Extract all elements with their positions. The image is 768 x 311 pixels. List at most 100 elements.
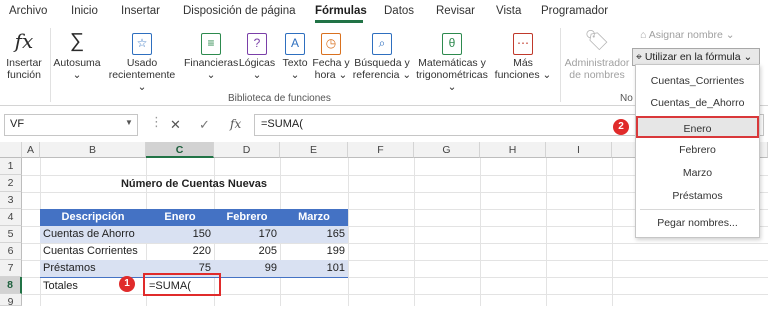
select-all-corner[interactable] <box>0 142 22 158</box>
dropdown-item-febrero[interactable]: Febrero <box>636 139 759 161</box>
ribbon-tabs: Archivo Inicio Insertar Disposición de p… <box>0 0 768 24</box>
dropdown-divider <box>640 209 755 210</box>
table-cell-value[interactable]: 220 <box>146 243 214 260</box>
column-header-f[interactable]: F <box>348 142 414 158</box>
tab-disposicion[interactable]: Disposición de página <box>183 5 296 17</box>
fx-icon: fx <box>14 29 34 53</box>
tag-icon: 🏷︎ <box>584 30 610 52</box>
dropdown-item-cuentas-corrientes[interactable]: Cuentas_Corrientes <box>636 70 759 92</box>
dropdown-item-prestamos[interactable]: Préstamos <box>636 185 759 207</box>
gridline <box>348 158 349 306</box>
column-header-g[interactable]: G <box>414 142 480 158</box>
tag-icon: ⌂ <box>640 29 647 41</box>
insert-function-icon[interactable]: fx <box>230 117 241 131</box>
recently-used-button[interactable]: ☆ Usado recientemente ⌄ <box>104 28 180 93</box>
gridline <box>612 158 613 306</box>
callout-badge-2: 2 <box>613 119 629 135</box>
tab-vista[interactable]: Vista <box>496 5 521 17</box>
tab-revisar[interactable]: Revisar <box>436 5 475 17</box>
column-header-a[interactable]: A <box>22 142 40 158</box>
callout-frame-active-cell <box>143 273 221 296</box>
table-cell-label[interactable]: Préstamos <box>40 260 146 277</box>
magnifier-icon: ⌕ <box>352 28 412 55</box>
table-cell-value[interactable]: 99 <box>214 260 280 277</box>
table-cell-value[interactable]: 101 <box>280 260 348 277</box>
group-label-names: No <box>620 93 633 104</box>
name-manager-button[interactable]: 🏷︎ Administrador de nombres <box>562 28 632 81</box>
enter-icon[interactable]: ✓ <box>199 117 210 133</box>
row-header-8[interactable]: 8 <box>0 277 22 294</box>
use-in-formula-icon: ⌖ <box>636 51 642 63</box>
table-header-february: Febrero <box>214 209 280 226</box>
insert-function-button[interactable]: fx Insertar función <box>4 28 44 81</box>
row-header-6[interactable]: 6 <box>0 243 22 260</box>
more-functions-icon: ⋯ <box>494 28 552 55</box>
chevron-down-icon: ⌄ <box>72 69 82 81</box>
table-cell-label[interactable]: Cuentas de Ahorro <box>40 226 146 243</box>
column-header-b[interactable]: B <box>40 142 146 158</box>
more-functions-button[interactable]: ⋯ Más funciones ⌄ <box>494 28 552 81</box>
table-cell-value[interactable]: 165 <box>280 226 348 243</box>
group-label-library: Biblioteca de funciones <box>228 93 331 104</box>
more-icon: ⋮ <box>150 114 163 129</box>
tab-formulas[interactable]: Fórmulas <box>315 5 367 17</box>
column-header-c[interactable]: C <box>146 142 214 158</box>
clock-icon: ◷ <box>312 28 350 55</box>
callout-badge-1: 1 <box>119 276 135 292</box>
table-title: Número de Cuentas Nuevas <box>120 178 268 190</box>
table-header-january: Enero <box>146 209 214 226</box>
math-button[interactable]: θ Matemáticas y trigonométricas ⌄ <box>412 28 492 93</box>
column-header-i[interactable]: I <box>546 142 612 158</box>
row-header-2[interactable]: 2 <box>0 175 22 192</box>
tab-inicio[interactable]: Inicio <box>71 5 98 17</box>
text-a-icon: A <box>278 28 312 55</box>
row-header-3[interactable]: 3 <box>0 192 22 209</box>
table-cell-label[interactable]: Cuentas Corrientes <box>40 243 146 260</box>
financial-icon: ≡ <box>184 28 238 55</box>
use-in-formula-dropdown: Cuentas_Corrientes Cuentas_de_Ahorro Ene… <box>635 64 760 238</box>
column-header-e[interactable]: E <box>280 142 348 158</box>
name-box[interactable]: VF <box>4 114 138 136</box>
define-name-button[interactable]: ⌂ Asignar nombre ⌄ <box>640 29 735 41</box>
ribbon-separator <box>560 28 561 102</box>
table-header-description: Descripción <box>40 209 146 226</box>
tab-programador[interactable]: Programador <box>541 5 608 17</box>
table-cell-value[interactable]: 170 <box>214 226 280 243</box>
gridline <box>480 158 481 306</box>
dropdown-item-paste-names[interactable]: Pegar nombres... <box>636 212 759 234</box>
totals-empty-cells[interactable] <box>214 277 348 294</box>
gridline <box>414 158 415 306</box>
chevron-down-icon[interactable]: ▼ <box>125 118 133 127</box>
row-header-9[interactable]: 9 <box>0 294 22 308</box>
active-tab-indicator <box>315 20 363 23</box>
tab-archivo[interactable]: Archivo <box>9 5 47 17</box>
cancel-icon[interactable]: ✕ <box>170 117 181 133</box>
row-header-4[interactable]: 4 <box>0 209 22 226</box>
dropdown-item-marzo[interactable]: Marzo <box>636 162 759 184</box>
question-icon: ? <box>238 28 276 55</box>
gridline <box>22 294 768 295</box>
table-cell-value[interactable]: 199 <box>280 243 348 260</box>
star-icon: ☆ <box>104 28 180 55</box>
logical-button[interactable]: ? Lógicas ⌄ <box>238 28 276 81</box>
autosum-button[interactable]: ∑ Autosuma ⌄ <box>52 28 102 81</box>
row-header-1[interactable]: 1 <box>0 158 22 175</box>
theta-icon: θ <box>412 28 492 55</box>
dropdown-item-cuentas-de-ahorro[interactable]: Cuentas_de_Ahorro <box>636 92 759 114</box>
sigma-icon: ∑ <box>69 30 85 52</box>
table-cell-value[interactable]: 205 <box>214 243 280 260</box>
ribbon-separator <box>50 28 51 102</box>
gridline <box>546 158 547 306</box>
dropdown-item-enero[interactable]: Enero <box>636 116 759 138</box>
lookup-button[interactable]: ⌕ Búsqueda y referencia ⌄ <box>352 28 412 81</box>
tab-datos[interactable]: Datos <box>384 5 414 17</box>
table-cell-value[interactable]: 150 <box>146 226 214 243</box>
tab-insertar[interactable]: Insertar <box>121 5 160 17</box>
row-header-7[interactable]: 7 <box>0 260 22 277</box>
financial-button[interactable]: ≡ Financieras ⌄ <box>184 28 238 81</box>
column-header-h[interactable]: H <box>480 142 546 158</box>
row-header-5[interactable]: 5 <box>0 226 22 243</box>
text-button[interactable]: A Texto ⌄ <box>278 28 312 81</box>
datetime-button[interactable]: ◷ Fecha y hora ⌄ <box>312 28 350 81</box>
column-header-d[interactable]: D <box>214 142 280 158</box>
